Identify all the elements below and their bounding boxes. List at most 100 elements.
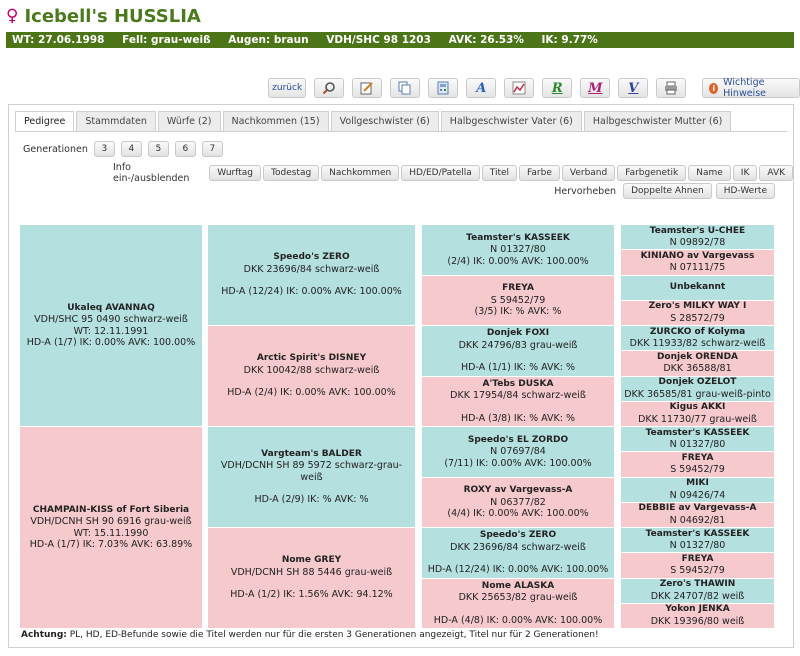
ancestor-name: Nome ALASKA	[481, 580, 555, 591]
tab-7[interactable]: Halbgeschwister Mutter (6)	[583, 111, 732, 131]
pedigree-cell[interactable]: FREYA S 59452/79	[621, 452, 774, 478]
pedigree-cell[interactable]: Teamster's KASSEEK N 01327/80	[621, 427, 774, 453]
pedigree-cell[interactable]: Kigus AKKI DKK 11730/77 grau-weiß	[621, 401, 774, 427]
tab-1[interactable]: Pedigree	[15, 111, 75, 132]
generation-button-4[interactable]: 4	[120, 141, 142, 157]
ancestor-detail: DKK 36588/81	[663, 363, 732, 375]
pedigree-cell[interactable]: FREYA S 59452/79 (3/5) IK: % AVK: %	[422, 275, 614, 326]
pedigree-cell[interactable]: Speedo's ZERO DKK 23696/84 schwarz-weiß HD…	[208, 225, 415, 326]
pedigree-cell[interactable]: Yokon JENKA DKK 19396/80 weiß	[621, 603, 774, 629]
r-letter-button[interactable]: R	[542, 78, 573, 98]
tab-5[interactable]: Vollgeschwister (6)	[330, 111, 439, 131]
toolbar: zurück A R M V i Wichtige Hinweise	[268, 77, 800, 99]
info-toggle-button-7[interactable]: Verband	[561, 165, 616, 181]
pedigree-cell[interactable]: Donjek FOXI DKK 24796/83 grau-weiß HD-A (1…	[422, 326, 614, 377]
info-toggle-button-8[interactable]: Farbgenetik	[617, 165, 687, 181]
pedigree-cell[interactable]: Vargteam's BALDER VDH/DCNH SH 89 5972 sch…	[208, 427, 415, 528]
info-toggle-button-6[interactable]: Farbe	[519, 165, 560, 181]
ancestor-name: ROXY av Vargevass-A	[463, 485, 573, 495]
tab-divider	[15, 131, 787, 132]
pedigree-cell[interactable]: MIKI N 09426/74	[621, 477, 774, 503]
dog-name: Icebell's HUSSLIA	[24, 5, 201, 27]
ancestor-detail: N 09892/78	[669, 237, 726, 249]
generation-button-5[interactable]: 5	[147, 141, 169, 157]
pedigree-cell[interactable]: Donjek ORENDA DKK 36588/81	[621, 351, 774, 377]
info-coat: Fell: grau-weiß	[122, 34, 211, 46]
highlight-button-1[interactable]: Doppelte Ahnen	[623, 183, 712, 199]
ancestor-detail: S 59452/79	[490, 294, 546, 306]
pedigree-cell[interactable]: Arctic Spirit's DISNEY DKK 10042/88 schwa…	[208, 326, 415, 427]
pedigree-cell[interactable]: A'Tebs DUSKA DKK 17954/84 schwarz-weiß HD-…	[422, 376, 614, 427]
info-toggle-row: Info ein-/ausblenden Wurftag Todestag Nach…	[113, 162, 793, 184]
tab-4[interactable]: Nachkommen (15)	[222, 111, 329, 131]
info-toggle-button-10[interactable]: IK	[732, 165, 758, 181]
pedigree-cell[interactable]: Speedo's ZERO DKK 23696/84 schwarz-weiß HD…	[422, 528, 614, 579]
ancestor-detail: HD-A (4/8) IK: 0.00% AVK: 100.00%	[433, 614, 603, 626]
important-hints-button[interactable]: i Wichtige Hinweise	[702, 77, 800, 99]
m-letter-icon: M	[588, 80, 603, 96]
ancestor-name: A'Tebs DUSKA	[482, 378, 554, 389]
pedigree-cell[interactable]: Zero's MILKY WAY IS 28572/79	[621, 300, 774, 326]
copy-button[interactable]	[390, 78, 421, 98]
pedigree-cell[interactable]: FREYA S 59452/79	[621, 553, 774, 579]
ancestor-detail: DKK 23696/84 schwarz-weiß	[243, 263, 380, 275]
generation-button-6[interactable]: 6	[174, 141, 196, 157]
m-letter-button[interactable]: M	[580, 78, 611, 98]
pedigree-cell[interactable]: Teamster's U-CHEE N 09892/78	[621, 225, 774, 251]
ancestor-detail: DKK 24796/83 grau-weiß	[458, 339, 578, 351]
pedigree-cell[interactable]: Ukaleq AVANNAQ VDH/SHC 95 0490 schwarz-we…	[20, 225, 202, 427]
tab-2[interactable]: Stammdaten	[76, 111, 156, 131]
footnote: Achtung: PL, HD, ED-Befunde sowie die Ti…	[21, 630, 599, 640]
calculator-button[interactable]	[428, 78, 459, 98]
ancestor-name: Ukaleq AVANNAQ	[67, 302, 155, 313]
print-button[interactable]	[656, 78, 687, 98]
back-button[interactable]: zurück	[268, 78, 307, 98]
pedigree-cell[interactable]: Teamster's KASSEEK N 01327/80	[621, 528, 774, 554]
generations-selector: Generationen 34567	[23, 141, 223, 157]
pedigree-cell[interactable]: Nome GREY VDH/DCNH SH 88 5446 grau-weiß HD…	[208, 528, 415, 629]
ancestor-detail: HD-A (1/2) IK: 1.56% AVK: 94.12%	[230, 589, 393, 601]
pedigree-cell[interactable]: ROXY av Vargevass-A N 06377/82 (4/4) IK: 0…	[422, 477, 614, 528]
magnifier-button[interactable]	[314, 78, 345, 98]
pedigree-cell[interactable]: ZURCKO of Kolyma DKK 11933/82 schwarz-wei…	[621, 326, 774, 352]
ancestor-detail: S 28572/79	[670, 312, 725, 324]
highlight-button-2[interactable]: HD-Werte	[715, 183, 775, 199]
pedigree-cell[interactable]: Donjek OZELOT DKK 36585/81 grau-weiß-pint…	[621, 376, 774, 402]
v-letter-button[interactable]: V	[618, 78, 649, 98]
chart-button[interactable]	[504, 78, 535, 98]
ancestor-name: Zero's THAWIN	[659, 579, 736, 590]
pedigree-cell[interactable]: Unbekannt	[621, 275, 774, 301]
generation-button-3[interactable]: 3	[93, 141, 115, 157]
ancestor-detail: (2/4) IK: 0.00% AVK: 100.00%	[447, 255, 589, 267]
ancestor-detail: DKK 11730/77 grau-weiß	[638, 413, 757, 425]
generation-button-7[interactable]: 7	[201, 141, 223, 157]
info-toggle-button-3[interactable]: Nachkommen	[321, 165, 400, 181]
pedigree-cell[interactable]: Teamster's KASSEEK N 01327/80 (2/4) IK: 0.…	[422, 225, 614, 276]
pedigree-cell[interactable]: DEBBIE av Vargevass-A N 04692/81	[621, 502, 774, 528]
info-toggle-button-11[interactable]: AVK	[759, 165, 793, 181]
ancestor-detail: N 07111/75	[669, 262, 726, 274]
ancestor-detail: HD-A (2/4) IK: 0.00% AVK: 100.00%	[227, 387, 396, 399]
pedigree-cell[interactable]: Zero's THAWIN DKK 24707/82 weiß	[621, 578, 774, 604]
pedigree-cell[interactable]: Nome ALASKA DKK 25653/82 grau-weiß HD-A (4…	[422, 578, 614, 629]
ancestor-detail: DKK 24707/82 weiß	[650, 590, 745, 602]
pedigree-cell[interactable]: CHAMPAIN-KISS of Fort Siberia VDH/DCNH SH…	[20, 427, 202, 629]
info-toggle-button-1[interactable]: Wurftag	[209, 165, 261, 181]
ancestor-detail: DKK 36585/81 grau-weiß-pinto	[624, 388, 771, 400]
generations-label: Generationen	[23, 143, 88, 155]
pedigree-cell[interactable]: Speedo's EL ZORDO N 07697/84 (7/11) IK: 0.…	[422, 427, 614, 478]
info-toggle-button-9[interactable]: Name	[688, 165, 731, 181]
tab-6[interactable]: Halbgeschwister Vater (6)	[440, 111, 582, 131]
info-toggle-button-2[interactable]: Todestag	[263, 165, 320, 181]
info-toggle-button-4[interactable]: HD/ED/Patella	[401, 165, 480, 181]
info-eyes: Augen: braun	[228, 34, 309, 46]
tab-bar: Pedigree Stammdaten Würfe (2) Nachkommen (1…	[15, 111, 732, 132]
important-hints-label: Wichtige Hinweise	[723, 77, 766, 99]
ancestor-detail: WT: 15.11.1990	[73, 527, 149, 539]
edit-button[interactable]	[352, 78, 383, 98]
ancestor-name: Donjek OZELOT	[658, 377, 737, 388]
pedigree-cell[interactable]: KINIANO av Vargevass N 07111/75	[621, 250, 774, 276]
info-toggle-button-5[interactable]: Titel	[481, 165, 518, 181]
a-letter-button[interactable]: A	[466, 78, 497, 98]
tab-3[interactable]: Würfe (2)	[157, 111, 221, 131]
